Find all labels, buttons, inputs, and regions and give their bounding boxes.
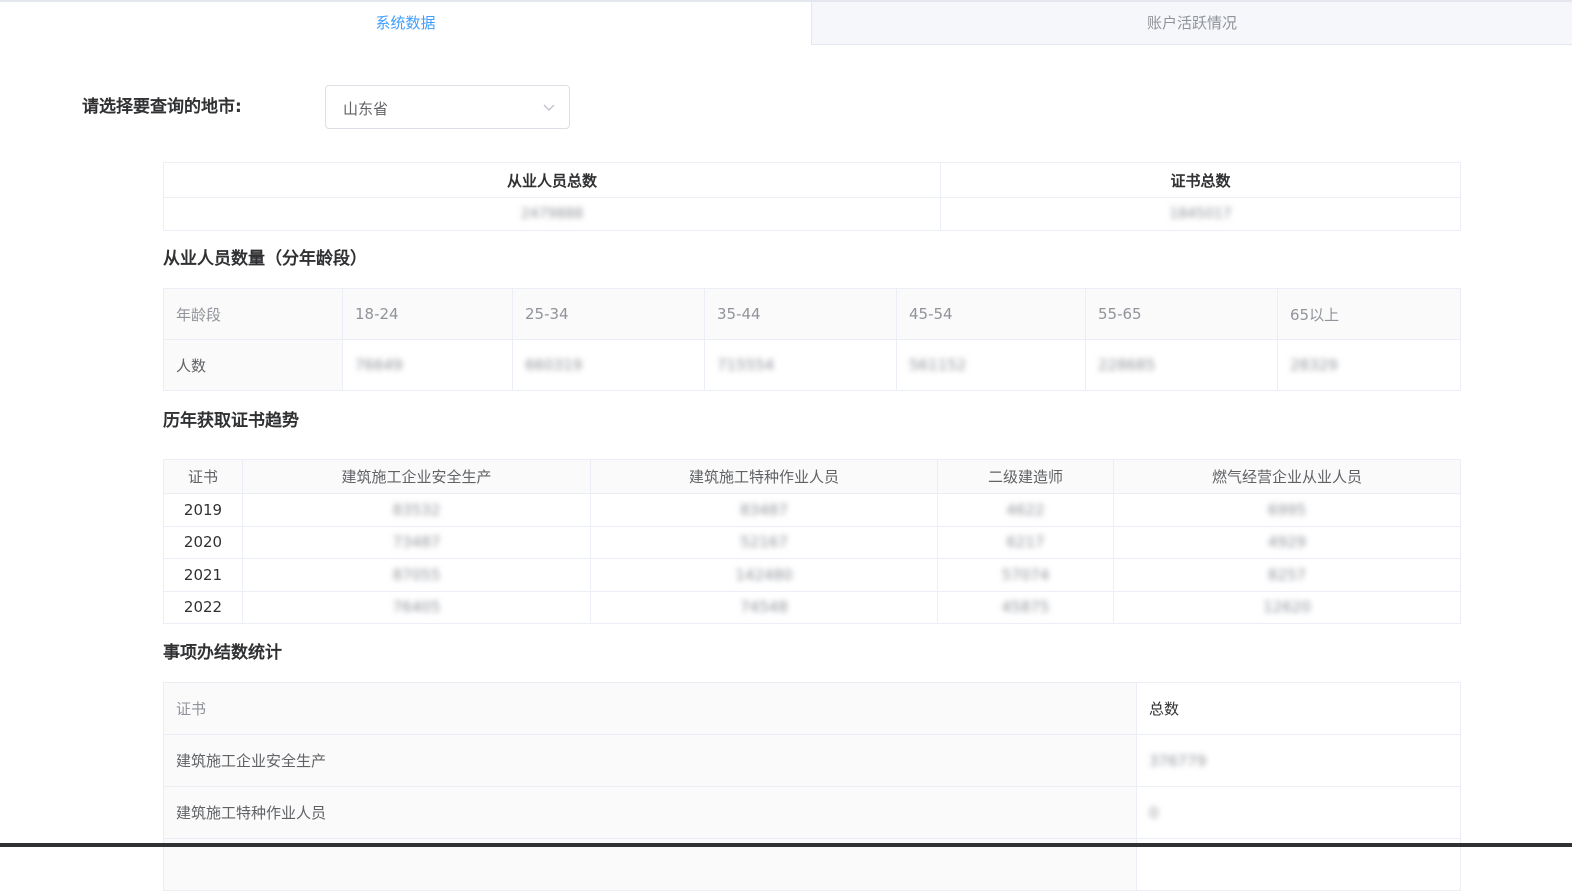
- table-header-row: 证书 建筑施工企业安全生产 建筑施工特种作业人员 二级建造师 燃气经营企业从业人…: [163, 459, 1461, 494]
- region-select-label: 请选择要查询的地市:: [82, 97, 242, 117]
- table-row: 2019 83532 83487 4622 6995: [163, 493, 1461, 527]
- age-range-cell: 25-34: [512, 288, 705, 340]
- trend-value-cell: 87055: [242, 558, 591, 592]
- trend-value-cell: 45875: [937, 590, 1114, 624]
- trend-value-cell: 57074: [937, 558, 1114, 592]
- age-range-cell: 65以上: [1277, 288, 1461, 340]
- age-count-cell: 76649: [342, 339, 513, 391]
- trend-header-cell: 建筑施工企业安全生产: [242, 459, 591, 494]
- age-range-cell: 35-44: [704, 288, 897, 340]
- trend-value-cell: 6995: [1113, 493, 1461, 527]
- summary-table: 从业人员总数 证书总数 2479888 1845017: [163, 162, 1461, 231]
- trend-year-cell: 2019: [163, 493, 243, 527]
- bottom-border: [0, 843, 1572, 847]
- done-total-cell: 376779: [1136, 734, 1461, 787]
- age-range-cell: 18-24: [342, 288, 513, 340]
- done-table: 证书 总数 建筑施工企业安全生产 376779 建筑施工特种作业人员 0: [163, 682, 1461, 891]
- region-select-value: 山东省: [343, 100, 389, 118]
- table-row: 建筑施工企业安全生产 376779: [163, 734, 1461, 787]
- chevron-down-icon: [543, 104, 555, 111]
- trend-value-cell: 8257: [1113, 558, 1461, 592]
- trend-header-cell: 二级建造师: [937, 459, 1114, 494]
- age-count-cell: 715554: [704, 339, 897, 391]
- trend-value-cell: 76405: [242, 590, 591, 624]
- trend-header-cell: 建筑施工特种作业人员: [590, 459, 938, 494]
- done-total-cell: 0: [1136, 786, 1461, 839]
- table-header-row: 证书 总数: [163, 682, 1461, 735]
- table-row: 人数 76649 660319 715554 561152 228685 283…: [163, 339, 1461, 391]
- trend-value-cell: 12620: [1113, 590, 1461, 624]
- trend-header-cell: 燃气经营企业从业人员: [1113, 459, 1461, 494]
- age-count-cell: 660319: [512, 339, 705, 391]
- trend-table: 证书 建筑施工企业安全生产 建筑施工特种作业人员 二级建造师 燃气经营企业从业人…: [163, 459, 1461, 624]
- done-certificate-cell: 建筑施工特种作业人员: [163, 786, 1137, 839]
- trend-year-cell: 2022: [163, 590, 243, 624]
- table-row: 年龄段 18-24 25-34 35-44 45-54 55-65 65以上: [163, 288, 1461, 340]
- summary-value-certificates: 1845017: [940, 197, 1461, 231]
- trend-section-title: 历年获取证书趋势: [163, 411, 299, 431]
- age-row-label: 人数: [163, 339, 343, 391]
- table-row: 2022 76405 74548 45875 12620: [163, 590, 1461, 624]
- table-row: 2020 73487 52167 6217 4929: [163, 525, 1461, 559]
- trend-year-cell: 2021: [163, 558, 243, 592]
- age-range-cell: 45-54: [896, 288, 1086, 340]
- age-section-title: 从业人员数量（分年龄段）: [163, 249, 367, 269]
- trend-value-cell: 142480: [590, 558, 938, 592]
- tab-account-activity[interactable]: 账户活跃情况: [811, 2, 1572, 45]
- tab-bar: 系统数据 账户活跃情况: [0, 2, 1572, 46]
- trend-value-cell: 73487: [242, 525, 591, 559]
- age-count-cell: 228685: [1085, 339, 1278, 391]
- tab-system-data[interactable]: 系统数据: [0, 2, 811, 45]
- trend-value-cell: 4622: [937, 493, 1114, 527]
- trend-value-cell: 83532: [242, 493, 591, 527]
- trend-value-cell: 6217: [937, 525, 1114, 559]
- age-count-cell: 561152: [896, 339, 1086, 391]
- trend-value-cell: 74548: [590, 590, 938, 624]
- trend-year-cell: 2020: [163, 525, 243, 559]
- table-row: 建筑施工特种作业人员 0: [163, 786, 1461, 839]
- done-header-total: 总数: [1136, 682, 1461, 735]
- done-certificate-cell: 建筑施工企业安全生产: [163, 734, 1137, 787]
- region-select[interactable]: 山东省: [325, 85, 570, 129]
- age-header-label: 年龄段: [163, 288, 343, 340]
- trend-value-cell: 52167: [590, 525, 938, 559]
- done-section-title: 事项办结数统计: [163, 643, 282, 663]
- trend-value-cell: 4929: [1113, 525, 1461, 559]
- summary-header-certificates: 证书总数: [940, 162, 1461, 198]
- age-count-cell: 28329: [1277, 339, 1461, 391]
- table-row: 2021 87055 142480 57074 8257: [163, 558, 1461, 592]
- trend-value-cell: 83487: [590, 493, 938, 527]
- summary-header-practitioners: 从业人员总数: [163, 162, 941, 198]
- trend-header-cell: 证书: [163, 459, 243, 494]
- done-header-certificate: 证书: [163, 682, 1137, 735]
- age-range-cell: 55-65: [1085, 288, 1278, 340]
- age-table: 年龄段 18-24 25-34 35-44 45-54 55-65 65以上 人…: [163, 288, 1461, 391]
- summary-value-practitioners: 2479888: [163, 197, 941, 231]
